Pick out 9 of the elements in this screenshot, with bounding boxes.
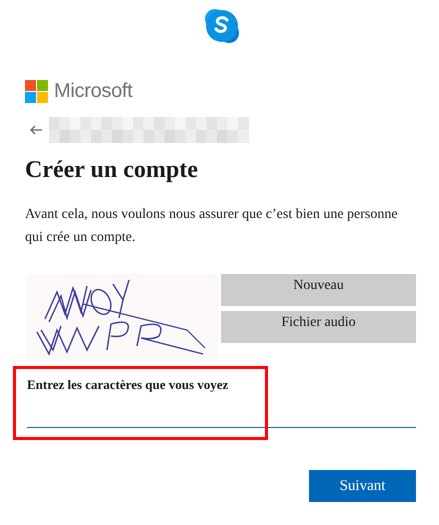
back-arrow-icon[interactable] bbox=[29, 125, 43, 135]
field-label: Entrez les caractères que vous voyez bbox=[27, 376, 230, 393]
brand-name: Microsoft bbox=[54, 80, 132, 103]
captcha-button[interactable]: Fichier audio bbox=[221, 311, 416, 343]
description-text: Avant cela, nous voulons nous assurer que c’est bien une personne qui crée un compte. bbox=[25, 206, 399, 247]
captcha-button[interactable]: Nouveau bbox=[221, 274, 416, 306]
next-button[interactable]: Suivant bbox=[309, 470, 416, 502]
microsoft-logo-icon bbox=[25, 80, 48, 103]
page-title: Créer un compte bbox=[25, 156, 199, 185]
